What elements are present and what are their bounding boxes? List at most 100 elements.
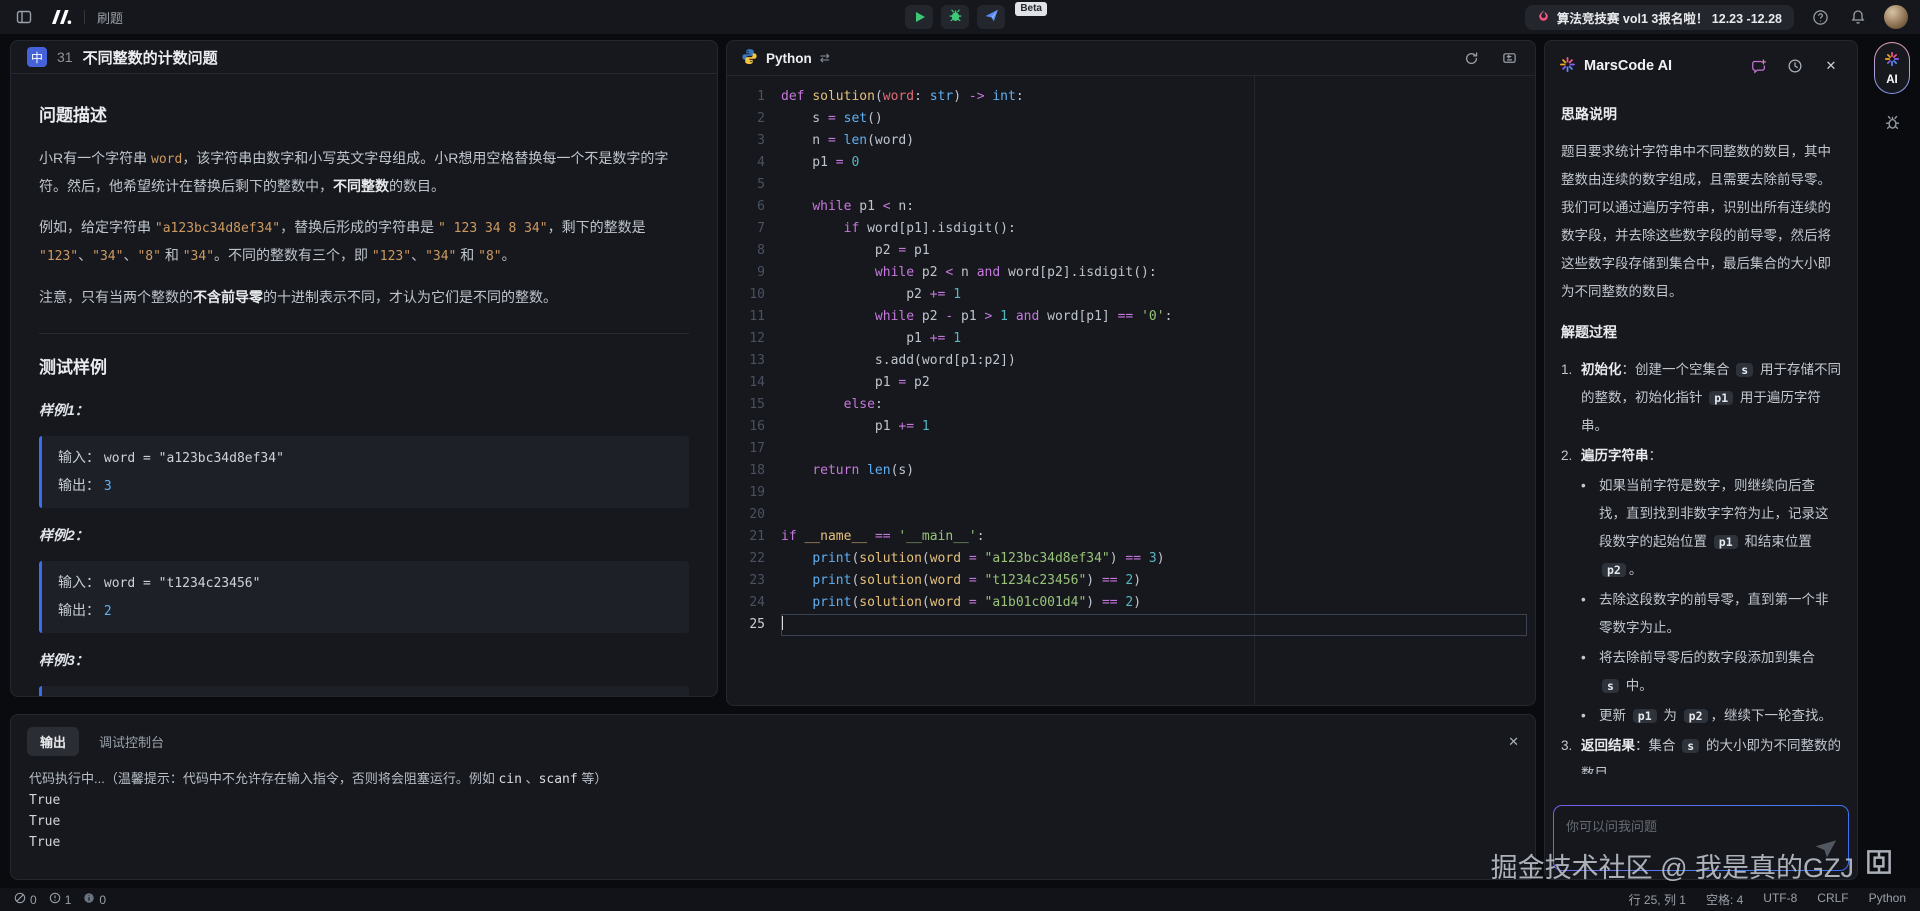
sample-output-label: 输出： <box>58 477 104 493</box>
code-token <box>977 595 985 610</box>
code-token: p2 <box>781 287 930 302</box>
ai-steps: 1.初始化：创建一个空集合 s 用于存储不同的整数，初始化指针 p1 用于遍历字… <box>1561 356 1841 774</box>
code-line[interactable]: 1def solution(word: str) -> int: <box>727 86 1535 108</box>
status-item[interactable]: 空格: 4 <box>1706 891 1743 908</box>
code-token: ) <box>1133 595 1141 610</box>
tab-debug-console[interactable]: 调试控制台 <box>99 732 164 751</box>
reset-code-icon[interactable] <box>1497 46 1521 70</box>
code-text: while p1 < n: <box>781 196 1535 218</box>
debug-button[interactable] <box>941 5 969 29</box>
code-line[interactable]: 18 return len(s) <box>727 460 1535 482</box>
code-line[interactable]: 9 while p2 < n and word[p2].isdigit(): <box>727 262 1535 284</box>
code-token: (word) <box>867 133 914 148</box>
language-tab[interactable]: Python <box>766 51 812 66</box>
code-line[interactable]: 21if __name__ == '__main__': <box>727 526 1535 548</box>
code-line[interactable]: 24 print(solution(word = "a1b01c001d4") … <box>727 592 1535 614</box>
code-line[interactable]: 5 <box>727 174 1535 196</box>
status-errors[interactable]: 0 <box>14 892 37 907</box>
code-line[interactable]: 25 <box>727 614 1535 636</box>
code-line[interactable]: 10 p2 += 1 <box>727 284 1535 306</box>
code-line[interactable]: 16 p1 += 1 <box>727 416 1535 438</box>
code-line[interactable]: 20 <box>727 504 1535 526</box>
tab-output[interactable]: 输出 <box>27 727 79 756</box>
send-icon[interactable] <box>1810 833 1840 865</box>
line-number: 4 <box>727 152 781 174</box>
text-segment: 不同整数 <box>333 178 389 194</box>
code-token: ) <box>1110 551 1126 566</box>
code-token: word[p1] <box>1039 309 1117 324</box>
code-line[interactable]: 6 while p1 < n: <box>727 196 1535 218</box>
code-line[interactable]: 11 while p2 - p1 > 1 and word[p1] == '0'… <box>727 306 1535 328</box>
status-warnings[interactable]: 1 <box>49 892 72 907</box>
code-line[interactable]: 3 n = len(word) <box>727 130 1535 152</box>
status-item[interactable]: Python <box>1869 891 1906 908</box>
status-item[interactable]: 行 25, 列 1 <box>1629 891 1686 908</box>
status-item[interactable]: UTF-8 <box>1763 891 1797 908</box>
code-line[interactable]: 8 p2 = p1 <box>727 240 1535 262</box>
code-token: p1 <box>906 243 929 258</box>
code-line[interactable]: 7 if word[p1].isdigit(): <box>727 218 1535 240</box>
line-number: 15 <box>727 394 781 416</box>
code-line[interactable]: 22 print(solution(word = "a123bc34d8ef34… <box>727 548 1535 570</box>
bell-icon[interactable] <box>1846 5 1870 29</box>
history-icon[interactable] <box>1783 54 1807 78</box>
new-chat-icon[interactable] <box>1747 54 1771 78</box>
refresh-code-icon[interactable] <box>1459 46 1483 70</box>
code-token: s.add(word[p1:p2]) <box>781 353 1016 368</box>
status-info[interactable]: 0 <box>83 892 106 907</box>
contest-banner[interactable]: 算法竞技赛 vol1 3报名啦！ 12.23 -12.28 <box>1525 5 1794 30</box>
code-token <box>781 463 812 478</box>
code-token <box>1133 309 1141 324</box>
code-text <box>781 174 1535 196</box>
ai-chat-input[interactable] <box>1554 806 1848 870</box>
ai-assistant-button[interactable]: AI <box>1874 42 1910 94</box>
sidebar-toggle-icon[interactable] <box>12 5 36 29</box>
code-token: = <box>969 551 977 566</box>
code-line[interactable]: 23 print(solution(word = "t1234c23456") … <box>727 570 1535 592</box>
code-area[interactable]: 1def solution(word: str) -> int:2 s = se… <box>727 76 1535 705</box>
close-icon[interactable]: ✕ <box>1819 54 1843 78</box>
text-segment: 和结束位置 <box>1741 534 1812 549</box>
console-body: 代码执行中...（温馨提示：代码中不允许存在输入指令，否则将会阻塞运行。例如 c… <box>11 756 1535 865</box>
code-text: while p2 < n and word[p2].isdigit(): <box>781 262 1535 284</box>
code-line[interactable]: 13 s.add(word[p1:p2]) <box>727 350 1535 372</box>
help-icon[interactable] <box>1808 5 1832 29</box>
marscode-logo[interactable] <box>48 5 72 29</box>
feedback-bug-icon[interactable] <box>1884 114 1901 134</box>
code-token: return <box>812 463 859 478</box>
code-token: : <box>914 89 930 104</box>
code-line[interactable]: 17 <box>727 438 1535 460</box>
avatar[interactable] <box>1884 5 1908 29</box>
code-token: and <box>977 265 1000 280</box>
code-token <box>781 221 844 236</box>
submit-button[interactable] <box>977 5 1005 29</box>
code-line[interactable]: 14 p1 = p2 <box>727 372 1535 394</box>
code-line[interactable]: 2 s = set() <box>727 108 1535 130</box>
status-problems[interactable]: 010 <box>14 892 106 907</box>
text-segment: 不含前导零 <box>193 289 263 305</box>
language-switch-icon[interactable]: ⇄ <box>820 51 830 65</box>
code-token: == <box>1102 595 1118 610</box>
code-text: p1 += 1 <box>781 328 1535 350</box>
status-right: 行 25, 列 1 空格: 4 UTF-8 CRLF Python <box>1629 891 1906 908</box>
code-token: len <box>867 463 890 478</box>
flame-icon <box>1537 8 1550 26</box>
run-button[interactable] <box>905 5 933 29</box>
text-segment: ：创建一个空集合 <box>1622 362 1734 377</box>
console-tabs: 输出 调试控制台 ✕ <box>11 715 1535 756</box>
code-token: else <box>844 397 875 412</box>
samples-list: 样例1：输入： word = "a123bc34d8ef34"输出： 3样例2：… <box>39 397 689 697</box>
code-token: p1 <box>851 199 882 214</box>
code-line[interactable]: 4 p1 = 0 <box>727 152 1535 174</box>
code-token: "t1234c23456" <box>985 573 1087 588</box>
code-line[interactable]: 15 else: <box>727 394 1535 416</box>
console-panel: 输出 调试控制台 ✕ 代码执行中...（温馨提示：代码中不允许存在输入指令，否则… <box>10 714 1536 880</box>
status-item[interactable]: CRLF <box>1817 891 1848 908</box>
code-line[interactable]: 12 p1 += 1 <box>727 328 1535 350</box>
code-line[interactable]: 19 <box>727 482 1535 504</box>
line-number: 9 <box>727 262 781 284</box>
code-text: p1 += 1 <box>781 416 1535 438</box>
console-output-line: True <box>29 790 1517 811</box>
console-close-icon[interactable]: ✕ <box>1508 734 1519 750</box>
bullet-icon: • <box>1581 644 1599 700</box>
